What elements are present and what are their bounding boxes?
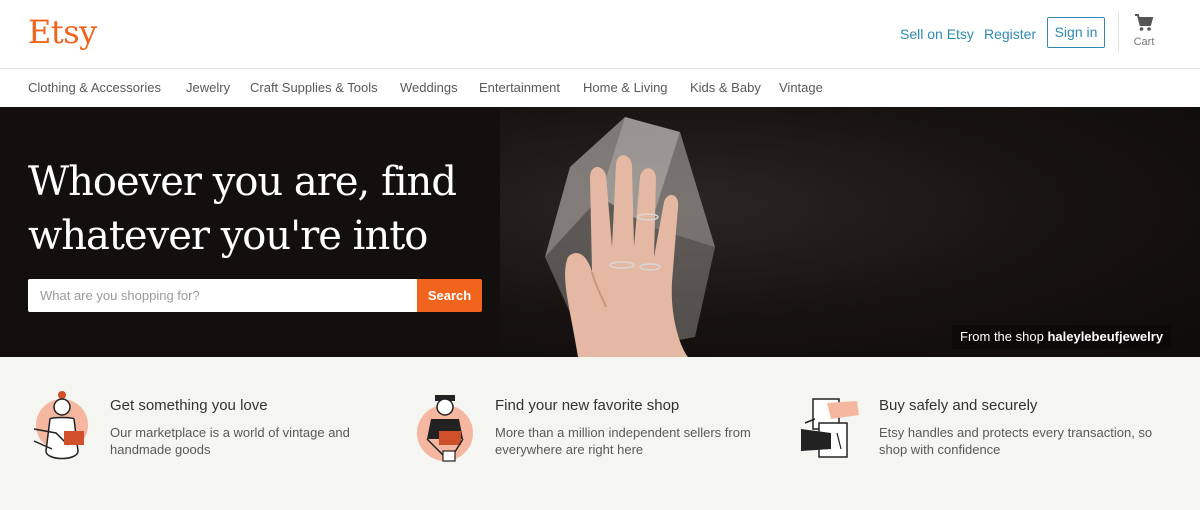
value-prop-secure: Buy safely and securely Etsy handles and…: [797, 357, 1167, 510]
nav-item-home-living[interactable]: Home & Living: [583, 80, 668, 96]
crafter-illustration-icon: [33, 391, 88, 460]
crystal-hand-image: [545, 117, 715, 357]
nav-item-clothing-accessories[interactable]: Clothing & Accessories: [28, 80, 161, 96]
header-divider: [1118, 12, 1119, 52]
site-header: Etsy Sell on Etsy Register Sign in Cart: [0, 0, 1200, 69]
shop-credit[interactable]: From the shop haleylebeufjewelry: [952, 325, 1172, 349]
cart-label: Cart: [1133, 36, 1155, 48]
search-button[interactable]: Search: [417, 279, 482, 312]
sign-in-button[interactable]: Sign in: [1047, 17, 1105, 48]
nav-item-kids-baby[interactable]: Kids & Baby: [690, 80, 761, 96]
hands-exchange-illustration-icon: [801, 398, 859, 458]
register-link[interactable]: Register: [984, 25, 1036, 43]
value-prop-shop: Find your new favorite shop More than a …: [413, 357, 783, 510]
value-prop-title: Buy safely and securely: [879, 397, 1038, 414]
hero-banner: Whoever you are, find whatever you're in…: [0, 107, 1200, 357]
nav-item-craft-supplies[interactable]: Craft Supplies & Tools: [250, 80, 378, 96]
etsy-logo[interactable]: Etsy: [28, 12, 97, 52]
shop-credit-prefix: From the shop: [960, 329, 1044, 344]
hero-title: Whoever you are, find whatever you're in…: [28, 159, 457, 259]
cart-button[interactable]: Cart: [1128, 14, 1160, 56]
value-prop-title: Get something you love: [110, 397, 268, 414]
nav-item-entertainment[interactable]: Entertainment: [479, 80, 560, 96]
category-nav: Clothing & Accessories Jewelry Craft Sup…: [0, 69, 1200, 107]
value-prop-body: Our marketplace is a world of vintage an…: [110, 425, 350, 457]
value-props: Get something you love Our marketplace i…: [0, 357, 1200, 510]
search-input[interactable]: [28, 279, 417, 312]
nav-item-weddings[interactable]: Weddings: [400, 80, 458, 96]
nav-item-vintage[interactable]: Vintage: [779, 80, 823, 96]
seller-illustration-icon: [417, 395, 473, 462]
value-prop-body: More than a million independent sellers …: [495, 425, 751, 457]
value-prop-body: Etsy handles and protects every transact…: [879, 425, 1153, 457]
sell-on-etsy-link[interactable]: Sell on Etsy: [900, 25, 974, 43]
shopping-cart-icon: [1135, 14, 1154, 31]
value-prop-love: Get something you love Our marketplace i…: [28, 357, 398, 510]
nav-item-jewelry[interactable]: Jewelry: [186, 80, 230, 96]
shop-credit-name[interactable]: haleylebeufjewelry: [1047, 329, 1163, 344]
value-prop-title: Find your new favorite shop: [495, 397, 680, 414]
